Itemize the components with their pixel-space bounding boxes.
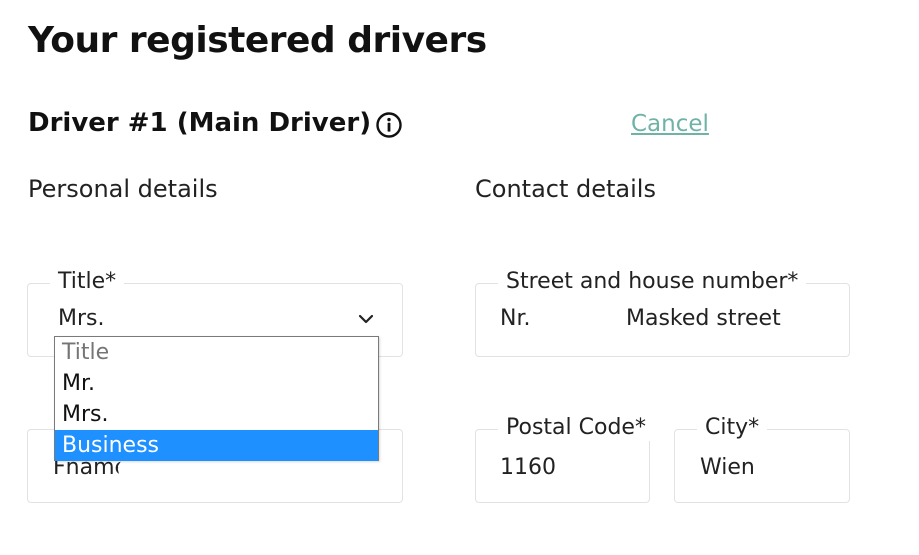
- info-circle-icon[interactable]: [375, 111, 403, 139]
- dropdown-option-title[interactable]: Title: [55, 337, 378, 368]
- street-value: Masked street: [626, 306, 781, 331]
- title-dropdown-list[interactable]: Title Mr. Mrs. Business: [54, 336, 379, 461]
- page-title: Your registered drivers: [28, 20, 487, 61]
- dropdown-option-mrs[interactable]: Mrs.: [55, 399, 378, 430]
- city-value: Wien: [700, 455, 755, 480]
- contact-details-heading: Contact details: [475, 175, 656, 203]
- city-field[interactable]: City* Wien: [674, 415, 850, 503]
- street-field-label: Street and house number*: [498, 269, 807, 295]
- driver-heading: Driver #1 (Main Driver): [28, 108, 372, 138]
- house-number-value: Nr.: [500, 306, 531, 331]
- driver-form-page: Your registered drivers Driver #1 (Main …: [0, 0, 919, 555]
- postal-code-field[interactable]: Postal Code* 1160: [475, 415, 654, 503]
- street-field[interactable]: Street and house number* Nr. Masked stre…: [475, 269, 850, 357]
- postal-code-value: 1160: [500, 455, 556, 480]
- personal-details-heading: Personal details: [28, 175, 218, 203]
- title-select-label: Title*: [50, 269, 125, 295]
- chevron-down-icon[interactable]: [358, 314, 374, 324]
- redaction-mask: [118, 458, 228, 480]
- postal-code-label: Postal Code*: [498, 415, 654, 441]
- dropdown-option-business[interactable]: Business: [55, 430, 378, 461]
- dropdown-option-mr[interactable]: Mr.: [55, 368, 378, 399]
- title-select-value: Mrs.: [58, 306, 105, 331]
- city-label: City*: [697, 415, 768, 441]
- cancel-link[interactable]: Cancel: [631, 111, 709, 137]
